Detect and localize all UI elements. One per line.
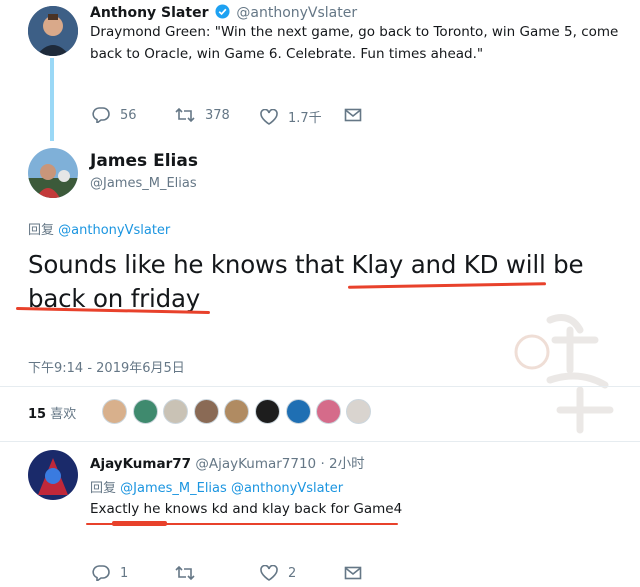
liker-avatar[interactable] xyxy=(286,399,311,424)
reply-to-link[interactable]: @anthonyVslater xyxy=(231,481,343,496)
envelope-icon xyxy=(344,565,362,581)
reply-button[interactable]: 1 xyxy=(92,565,128,581)
reply-icon xyxy=(92,107,110,123)
like-button[interactable]: 2 xyxy=(260,565,296,581)
reply-to-link[interactable]: @anthonyVslater xyxy=(58,223,170,238)
likes-summary[interactable]: 15 喜欢 xyxy=(28,403,76,422)
avatar-james-elias[interactable] xyxy=(28,148,78,198)
retweet-icon xyxy=(175,565,195,581)
heart-icon xyxy=(260,565,278,581)
liker-avatar[interactable] xyxy=(133,399,158,424)
red-underline-thick xyxy=(112,521,167,526)
tweet-text-line1: Draymond Green: "Win the next game, go b… xyxy=(90,24,619,40)
author-name[interactable]: Anthony Slater xyxy=(90,5,208,21)
divider xyxy=(0,441,640,442)
liker-avatar[interactable] xyxy=(102,399,127,424)
divider xyxy=(0,386,640,387)
heart-icon xyxy=(260,108,278,125)
avatar-anthony-slater[interactable] xyxy=(28,6,78,56)
like-button[interactable]: 1.7千 xyxy=(260,107,322,126)
likes-label: 喜欢 xyxy=(50,407,77,422)
verified-badge-icon xyxy=(215,4,230,24)
retweet-button[interactable] xyxy=(175,565,195,581)
author-name[interactable]: AjayKumar77 xyxy=(90,456,191,472)
liker-avatar[interactable] xyxy=(255,399,280,424)
thread-line xyxy=(50,58,54,141)
reply-prefix: 回复 xyxy=(90,481,117,496)
tweet-text: Exactly he knows kd and klay back for Ga… xyxy=(90,501,403,517)
tweet-time[interactable]: · 2小时 xyxy=(320,456,364,472)
retweet-button[interactable]: 378 xyxy=(175,107,230,123)
author-handle[interactable]: @James_M_Elias xyxy=(90,176,197,191)
reply-button[interactable]: 56 xyxy=(92,107,137,123)
author-handle[interactable]: @anthonyVslater xyxy=(236,5,357,21)
retweet-count: 378 xyxy=(205,107,230,123)
retweet-icon xyxy=(175,107,195,123)
direct-message-button[interactable] xyxy=(344,565,362,581)
reply-prefix: 回复 xyxy=(28,223,55,238)
watermark-seal xyxy=(510,300,635,440)
envelope-icon xyxy=(344,107,362,123)
reply-count: 56 xyxy=(120,107,137,123)
direct-message-button[interactable] xyxy=(344,107,362,123)
likes-count: 15 xyxy=(28,407,47,422)
author-name[interactable]: James Elias xyxy=(90,151,198,171)
red-underline xyxy=(347,282,547,289)
liker-avatar[interactable] xyxy=(224,399,249,424)
like-count: 1.7千 xyxy=(288,111,322,126)
tweet-text-line2: back to Oracle, win Game 6. Celebrate. F… xyxy=(90,46,484,62)
reply-to-link[interactable]: @James_M_Elias xyxy=(120,481,227,496)
liker-avatar[interactable] xyxy=(346,399,371,424)
reply-count: 1 xyxy=(120,565,129,581)
liker-avatar[interactable] xyxy=(163,399,188,424)
liker-avatar[interactable] xyxy=(316,399,341,424)
avatar-ajaykumar77[interactable] xyxy=(28,450,78,500)
liker-avatar[interactable] xyxy=(194,399,219,424)
tweet-text-line1: Sounds like he knows that Klay and KD wi… xyxy=(28,250,584,279)
tweet-timestamp[interactable]: 下午9:14 - 2019年6月5日 xyxy=(28,357,185,376)
like-count: 2 xyxy=(288,565,297,581)
author-handle[interactable]: @AjayKumar7710 xyxy=(195,456,316,472)
reply-icon xyxy=(92,565,110,581)
